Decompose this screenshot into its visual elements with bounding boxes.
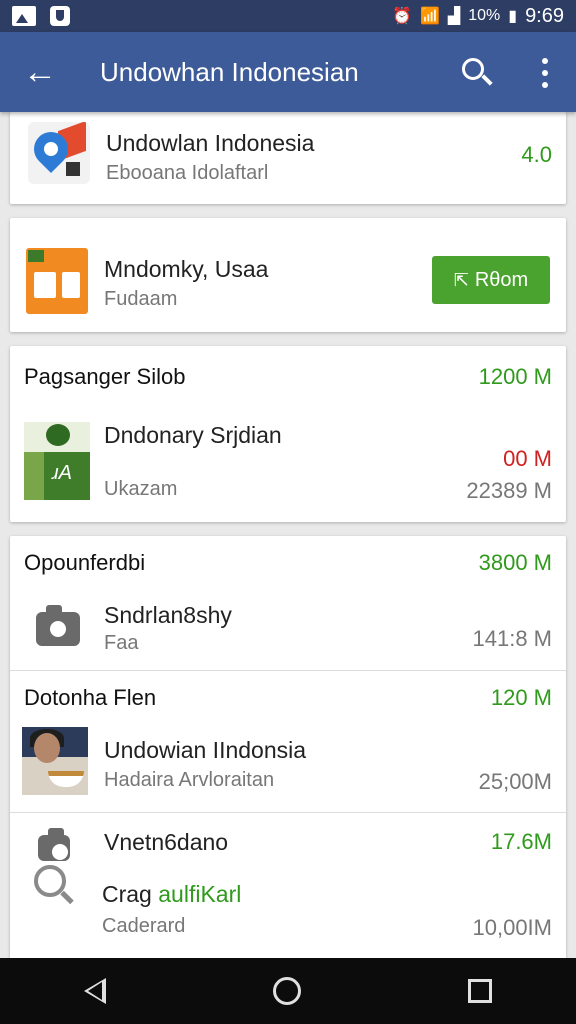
app-size-red: 00 M — [503, 446, 552, 471]
app-size: 4.0 — [521, 142, 552, 167]
nav-recents-icon[interactable] — [468, 979, 493, 1003]
nav-back-icon[interactable] — [83, 978, 106, 1004]
battery-icon: ▮ — [508, 8, 518, 25]
app-size-2: 10,00IM — [472, 915, 553, 940]
app-subtitle: Ukazam — [104, 478, 178, 500]
app-subtitle: Caderard — [102, 915, 186, 937]
app-title: Undowian IIndonsia — [104, 737, 307, 763]
open-button[interactable]: ⇱ Rθom — [432, 256, 550, 304]
camera-icon — [36, 605, 80, 646]
image-icon — [12, 6, 36, 26]
app-title: Dndonary Srjdian — [104, 422, 282, 448]
section-header: Dotonha Flen — [24, 685, 157, 710]
maps-app-icon — [28, 122, 90, 184]
list-item[interactable]: Vnetn6dano 17.6M Crag aulfiKarl Caderard… — [10, 813, 566, 958]
app-subtitle: Faa — [104, 632, 139, 654]
arrow-left-icon: ← — [23, 52, 57, 91]
app-size: 141:8 M — [472, 626, 553, 651]
status-bar: ⏰ 📶 ▟ 10% ▮ 9:69 — [0, 0, 576, 32]
app-card-4: Opounferdbi 3800 M Sndrlan8shy Faa 141:8… — [10, 536, 566, 958]
list-item[interactable]: Dotonha Flen 120 M Undowian IIndonsia Ha… — [10, 671, 566, 811]
app-card-2[interactable]: Mndomky, Usaa Fudaam ⇱ Rθom — [10, 218, 566, 332]
alarm-icon: ⏰ — [392, 8, 412, 25]
search-icon — [32, 863, 76, 907]
app-size: 25;00M — [478, 769, 552, 794]
app-size: 17.6M — [490, 829, 552, 854]
app-title: Mndomky, Usaa — [104, 256, 269, 282]
page-title: Undowhan Indonesian — [100, 56, 359, 87]
app-size: 22389 M — [466, 478, 552, 503]
section-total: 3800 M — [478, 550, 552, 575]
more-options-button[interactable] — [540, 58, 550, 88]
list-item[interactable]: Opounferdbi 3800 M Sndrlan8shy Faa 141:8… — [10, 536, 566, 670]
food-app-icon — [22, 727, 88, 795]
more-vert-icon — [542, 58, 548, 64]
camera-icon — [38, 828, 70, 861]
section-header: Opounferdbi — [24, 550, 146, 575]
battery-percent: 10% — [468, 7, 501, 24]
signal-icon: ▟ — [447, 8, 461, 25]
app-subtitle: Fudaam — [104, 288, 178, 310]
app-card-3[interactable]: Pagsanger Silob 1200 M ɹA Dndonary Srjdi… — [10, 346, 566, 522]
app-title: Sndrlan8shy — [104, 602, 232, 628]
app-subtitle: Hadaira Arvloraitan — [104, 769, 275, 791]
section-total: 1200 M — [478, 364, 552, 389]
wifi-icon: 📶 — [419, 8, 440, 25]
title-accent: aulfiKarl — [158, 881, 242, 907]
app-title: Vnetn6dano — [104, 829, 229, 855]
app-card-1[interactable]: Undowlan Indonesia Ebooana Idolaftarl 4.… — [10, 112, 566, 204]
app-title-2: Crag aulfiKarl — [102, 881, 242, 907]
navigation-bar — [0, 958, 576, 1024]
section-total: 120 M — [490, 685, 552, 710]
clock: 9:69 — [525, 4, 564, 27]
plant-app-icon: ɹA — [24, 422, 90, 500]
section-header: Pagsanger Silob — [24, 364, 186, 389]
app-bar: ← Undowhan Indonesian — [0, 32, 576, 112]
app-title: Undowlan Indonesia — [106, 130, 315, 156]
nav-home-icon[interactable] — [272, 977, 301, 1005]
back-button[interactable]: ← — [0, 32, 80, 112]
search-button[interactable] — [456, 52, 496, 92]
shield-icon — [50, 6, 70, 26]
document-app-icon — [26, 248, 88, 314]
open-icon: ⇱ — [453, 269, 469, 290]
app-subtitle: Ebooana Idolaftarl — [106, 162, 269, 184]
